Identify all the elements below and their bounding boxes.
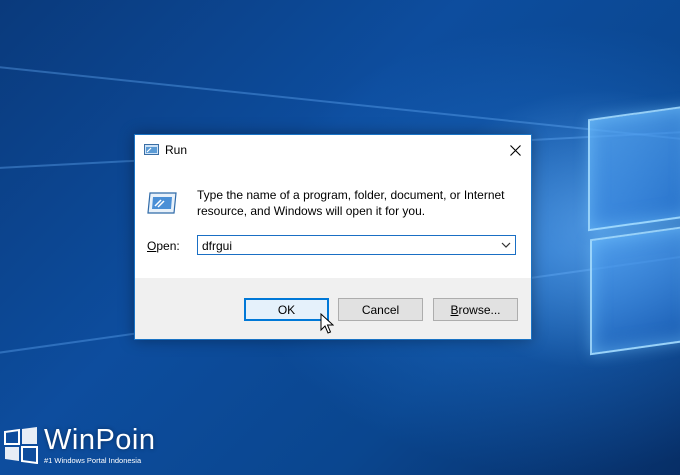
windows-logo-pane bbox=[588, 104, 680, 232]
close-icon bbox=[509, 144, 521, 156]
mouse-pointer-icon bbox=[320, 313, 334, 334]
run-icon bbox=[144, 144, 159, 155]
run-dialog: Run Type the name of a program, folder, … bbox=[134, 134, 532, 340]
winpoin-watermark: WinPoin #1 Windows Portal Indonesia bbox=[0, 424, 170, 472]
run-large-icon bbox=[147, 192, 177, 214]
dialog-title: Run bbox=[165, 143, 188, 157]
open-combobox[interactable]: dfrgui bbox=[197, 235, 516, 255]
browse-label: rowse... bbox=[458, 302, 501, 317]
dialog-description: Type the name of a program, folder, docu… bbox=[197, 188, 505, 218]
browse-mnemonic: B bbox=[450, 302, 459, 317]
title-bar[interactable]: Run bbox=[135, 135, 531, 165]
ok-button[interactable]: OK bbox=[244, 298, 329, 321]
open-label-text: pen: bbox=[156, 239, 180, 253]
open-input-value[interactable]: dfrgui bbox=[202, 239, 232, 253]
chevron-down-icon[interactable] bbox=[499, 238, 513, 252]
browse-button[interactable]: Browse... bbox=[433, 298, 518, 321]
close-button[interactable] bbox=[499, 135, 531, 165]
open-label: Open: bbox=[147, 239, 180, 253]
cancel-button[interactable]: Cancel bbox=[338, 298, 423, 321]
watermark-tagline: #1 Windows Portal Indonesia bbox=[44, 456, 142, 465]
windows-logo-pane bbox=[590, 224, 680, 356]
open-label-mnemonic: O bbox=[147, 239, 157, 253]
watermark-name: WinPoin bbox=[44, 424, 156, 456]
winpoin-logo-icon bbox=[4, 427, 38, 464]
